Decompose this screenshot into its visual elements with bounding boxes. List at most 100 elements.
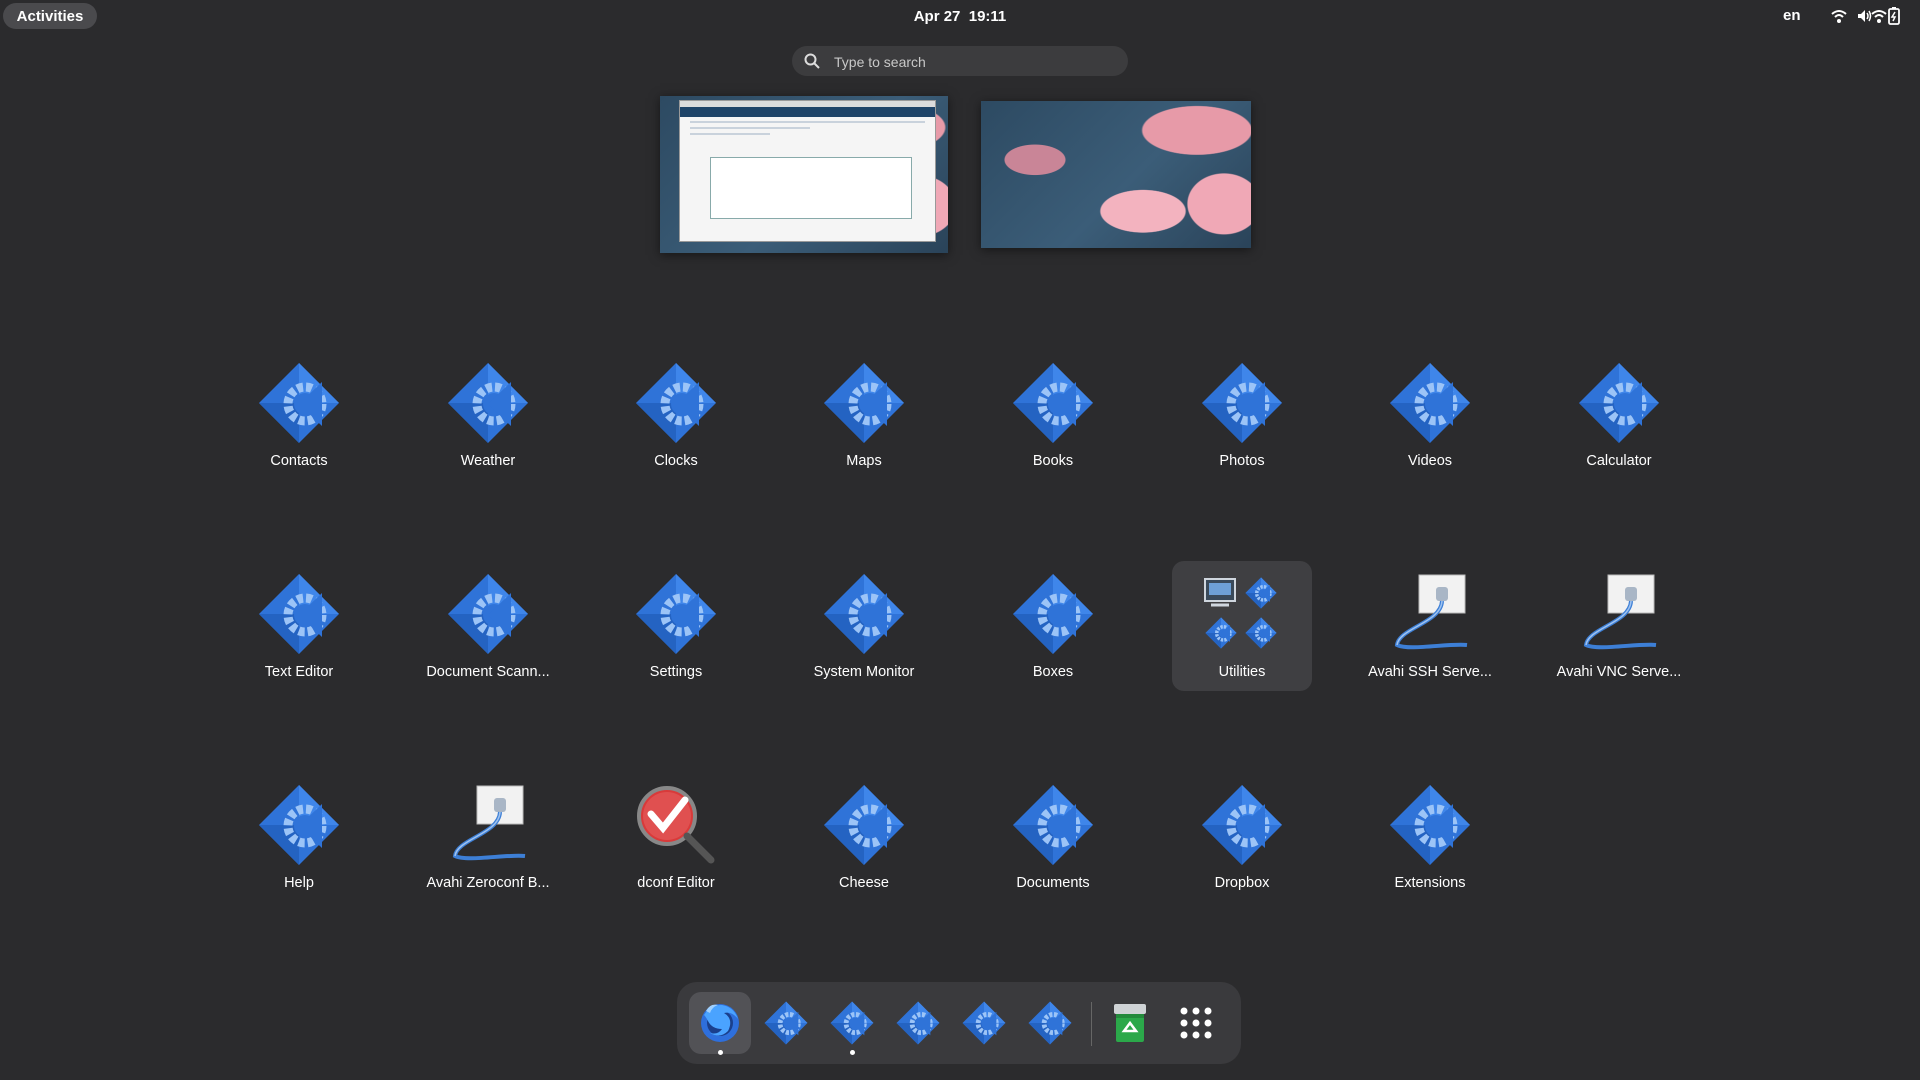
window-thumbnail[interactable] xyxy=(679,100,936,242)
dock-firefox[interactable] xyxy=(689,992,751,1055)
network-plug-icon xyxy=(447,784,529,866)
dash xyxy=(677,982,1241,1064)
gear-diamond-icon xyxy=(1201,362,1283,444)
app-boxes[interactable]: Boxes xyxy=(983,561,1123,691)
app-label: Clocks xyxy=(654,453,698,469)
app-label: Maps xyxy=(846,453,882,469)
app-label: Utilities xyxy=(1218,664,1266,680)
app-system-monitor[interactable]: System Monitor xyxy=(794,561,934,691)
top-bar: Activities Apr 27 19:11 en xyxy=(0,0,1920,32)
volume-icon xyxy=(1858,10,1872,22)
app-maps[interactable]: Maps xyxy=(794,350,934,480)
network-plug-icon xyxy=(1578,573,1660,655)
trash-icon xyxy=(1114,1004,1146,1042)
gear-diamond-icon xyxy=(258,573,340,655)
gear-diamond-icon xyxy=(1012,362,1094,444)
battery-icon xyxy=(1888,7,1900,25)
app-label: Settings xyxy=(649,664,703,680)
search-bar[interactable] xyxy=(792,46,1128,78)
gear-diamond-icon xyxy=(1012,573,1094,655)
app-label: Extensions xyxy=(1394,875,1466,891)
app-label: Dropbox xyxy=(1214,875,1270,891)
dock-app[interactable] xyxy=(1019,992,1081,1054)
app-label: Avahi Zeroconf B... xyxy=(426,875,550,891)
app-videos[interactable]: Videos xyxy=(1360,350,1500,480)
app-dconf-editor[interactable]: dconf Editor xyxy=(606,772,746,902)
gear-diamond-icon xyxy=(764,1001,808,1045)
app-dropbox[interactable]: Dropbox xyxy=(1172,772,1312,902)
app-help[interactable]: Help xyxy=(229,772,369,902)
gear-diamond-icon xyxy=(823,784,905,866)
running-indicator xyxy=(850,1050,855,1055)
app-extensions[interactable]: Extensions xyxy=(1360,772,1500,902)
app-label: Videos xyxy=(1407,453,1453,469)
dock-app[interactable] xyxy=(953,992,1015,1054)
app-label: Cheese xyxy=(839,875,889,891)
gear-diamond-icon xyxy=(447,573,529,655)
app-document-scann[interactable]: Document Scann... xyxy=(418,561,558,691)
wifi-icon xyxy=(1871,10,1887,23)
app-cheese[interactable]: Cheese xyxy=(794,772,934,902)
app-label: Photos xyxy=(1219,453,1265,469)
gear-diamond-icon xyxy=(1389,362,1471,444)
running-indicator xyxy=(718,1050,723,1055)
magnifier-check-icon xyxy=(635,784,717,866)
search-icon xyxy=(804,53,820,69)
search-input[interactable] xyxy=(832,46,1116,78)
gear-diamond-icon xyxy=(447,362,529,444)
app-avahi-ssh-serve[interactable]: Avahi SSH Serve... xyxy=(1360,561,1500,691)
app-documents[interactable]: Documents xyxy=(983,772,1123,902)
app-label: Calculator xyxy=(1586,453,1652,469)
app-label: Avahi SSH Serve... xyxy=(1368,664,1492,680)
activities-button[interactable]: Activities xyxy=(3,3,97,29)
app-photos[interactable]: Photos xyxy=(1172,350,1312,480)
gear-diamond-icon xyxy=(823,362,905,444)
firefox-icon xyxy=(701,1004,739,1042)
app-label: Help xyxy=(284,875,314,891)
folder-icon xyxy=(1204,573,1283,655)
app-weather[interactable]: Weather xyxy=(418,350,558,480)
dock-app[interactable] xyxy=(755,992,817,1054)
app-label: Document Scann... xyxy=(426,664,550,680)
app-label: Weather xyxy=(460,453,516,469)
app-label: Text Editor xyxy=(264,664,334,680)
app-calculator[interactable]: Calculator xyxy=(1549,350,1689,480)
gear-diamond-icon xyxy=(1201,784,1283,866)
app-text-editor[interactable]: Text Editor xyxy=(229,561,369,691)
gear-diamond-icon xyxy=(1578,362,1660,444)
wallpaper xyxy=(981,101,1251,248)
app-grid-icon xyxy=(1180,1007,1212,1039)
dock-trash[interactable] xyxy=(1099,992,1161,1054)
app-label: Contacts xyxy=(270,453,328,469)
dock-separator xyxy=(1091,1002,1092,1046)
app-books[interactable]: Books xyxy=(983,350,1123,480)
gear-diamond-icon xyxy=(258,784,340,866)
wifi-icon xyxy=(1831,10,1847,23)
gear-diamond-icon xyxy=(962,1001,1006,1045)
gear-diamond-icon xyxy=(1028,1001,1072,1045)
app-label: Boxes xyxy=(1032,664,1074,680)
app-label: System Monitor xyxy=(813,664,915,680)
gear-diamond-icon xyxy=(823,573,905,655)
show-apps-button[interactable] xyxy=(1165,992,1227,1054)
app-avahi-vnc-serve[interactable]: Avahi VNC Serve... xyxy=(1549,561,1689,691)
workspace-2-thumbnail[interactable] xyxy=(981,101,1251,248)
app-utilities[interactable]: Utilities xyxy=(1172,561,1312,691)
gear-diamond-icon xyxy=(1012,784,1094,866)
gear-diamond-icon xyxy=(635,362,717,444)
app-clocks[interactable]: Clocks xyxy=(606,350,746,480)
app-label: Books xyxy=(1032,453,1074,469)
gear-diamond-icon xyxy=(258,362,340,444)
dock-app[interactable] xyxy=(887,992,949,1054)
app-contacts[interactable]: Contacts xyxy=(229,350,369,480)
clock[interactable]: Apr 27 19:11 xyxy=(880,3,1040,29)
gear-diamond-icon xyxy=(830,1001,874,1045)
app-label: dconf Editor xyxy=(637,875,715,891)
workspace-1-thumbnail[interactable] xyxy=(660,96,948,253)
app-settings[interactable]: Settings xyxy=(606,561,746,691)
language-indicator[interactable]: en xyxy=(1783,7,1801,24)
gear-diamond-icon xyxy=(635,573,717,655)
app-avahi-zeroconf-b[interactable]: Avahi Zeroconf B... xyxy=(418,772,558,902)
dock-app[interactable] xyxy=(821,992,883,1055)
app-label: Documents xyxy=(1016,875,1090,891)
